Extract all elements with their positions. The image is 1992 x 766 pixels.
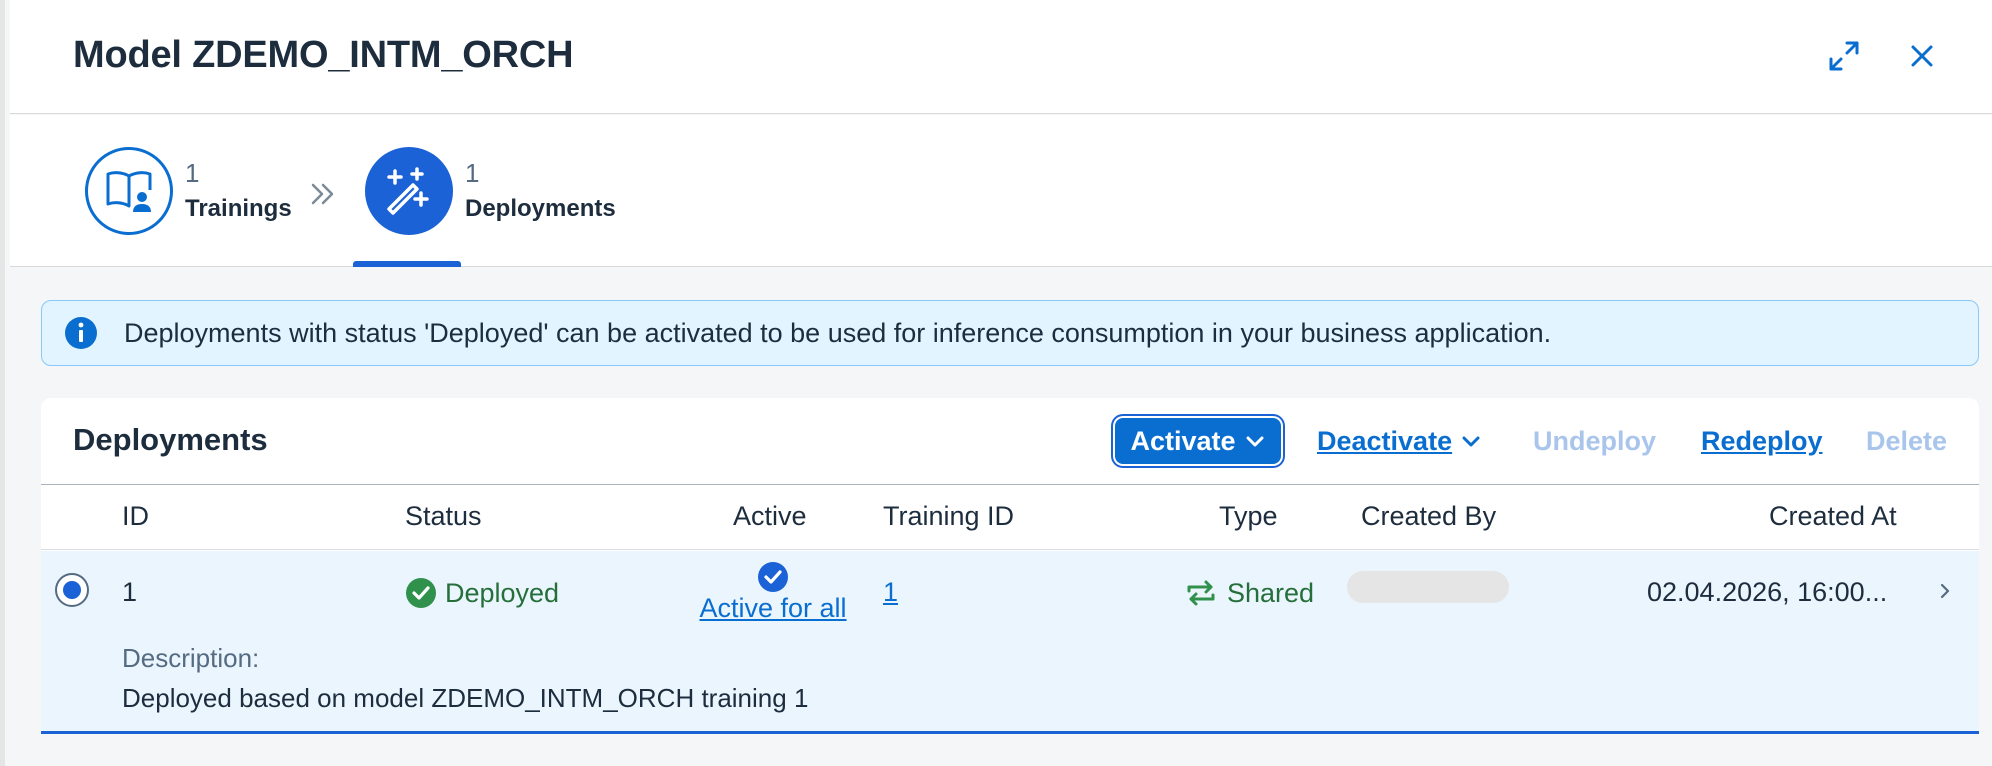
dialog-frame: Model ZDEMO_INTM_ORCH 1 Trainings 1 Depl… <box>0 0 1992 766</box>
trainings-label: Trainings <box>185 195 292 222</box>
undeploy-label: Undeploy <box>1533 425 1657 456</box>
cell-id: 1 <box>122 577 138 607</box>
undeploy-button[interactable]: Undeploy <box>1533 418 1656 464</box>
deactivate-label: Deactivate <box>1317 425 1453 456</box>
activate-label: Activate <box>1130 425 1236 456</box>
row-select-radio[interactable] <box>55 573 89 607</box>
column-header-type[interactable]: Type <box>1219 501 1278 532</box>
type-text: Shared <box>1227 577 1315 608</box>
cell-training-id: 1 <box>883 577 898 608</box>
redeploy-label: Redeploy <box>1701 425 1823 456</box>
trainings-count: 1 <box>185 158 200 188</box>
cell-active: Active for all <box>693 561 853 624</box>
fullscreen-icon <box>1829 41 1859 71</box>
deployments-table-panel: Deployments Activate Deactivate Undeploy… <box>41 398 1979 734</box>
column-header-training-id[interactable]: Training ID <box>883 501 1014 532</box>
tab-deployments[interactable]: 1 Deployments <box>365 147 616 235</box>
table-header: ID Status Active Training ID Type Create… <box>41 484 1979 550</box>
info-text: Deployments with status 'Deployed' can b… <box>124 317 1552 348</box>
active-check-icon <box>758 562 788 592</box>
delete-button[interactable]: Delete <box>1866 418 1947 464</box>
selected-tab-indicator <box>353 261 461 267</box>
cell-status: Deployed <box>405 577 559 609</box>
table-title: Deployments <box>73 422 268 457</box>
column-header-id[interactable]: ID <box>122 501 149 532</box>
chevron-down-icon <box>1246 436 1264 447</box>
page-title: Model ZDEMO_INTM_ORCH <box>73 34 574 76</box>
tab-trainings[interactable]: 1 Trainings <box>85 147 292 235</box>
info-message-strip: Deployments with status 'Deployed' can b… <box>41 300 1979 366</box>
step-icon-trainings <box>85 147 173 235</box>
deployments-count: 1 <box>465 158 480 188</box>
process-flow-tabs: 1 Trainings 1 Deployments <box>10 115 1992 267</box>
activate-button[interactable]: Activate <box>1115 418 1281 464</box>
deployments-label: Deployments <box>465 195 616 222</box>
table-row[interactable]: 1 Deployed Active for all 1 Shared 02.04… <box>41 551 1979 734</box>
column-header-created-by[interactable]: Created By <box>1361 501 1496 532</box>
radio-selected-dot <box>63 581 81 599</box>
training-id-link[interactable]: 1 <box>883 577 898 607</box>
success-check-icon <box>406 578 436 608</box>
column-header-created-at[interactable]: Created At <box>1769 501 1897 532</box>
active-for-all-link[interactable]: Active for all <box>699 593 846 623</box>
magic-wand-icon <box>387 167 429 215</box>
created-by-redacted <box>1347 571 1509 603</box>
book-person-icon <box>106 171 152 212</box>
delete-label: Delete <box>1866 425 1948 456</box>
chevron-right-icon[interactable] <box>1935 581 1955 601</box>
step-icon-deployments <box>365 147 453 235</box>
close-button[interactable] <box>1900 34 1944 78</box>
description-text: Deployed based on model ZDEMO_INTM_ORCH … <box>122 683 809 713</box>
chevron-down-icon <box>1462 436 1480 447</box>
redeploy-button[interactable]: Redeploy <box>1701 418 1823 464</box>
cell-created-at: 02.04.2026, 16:00... <box>1647 577 1888 607</box>
status-text: Deployed <box>445 577 560 608</box>
info-icon <box>65 317 97 349</box>
fullscreen-button[interactable] <box>1822 34 1866 78</box>
column-header-active[interactable]: Active <box>733 501 807 532</box>
double-chevron-right-icon <box>311 183 334 205</box>
cell-type: Shared <box>1183 575 1314 611</box>
description-label: Description: <box>122 643 260 673</box>
sync-arrows-icon <box>1187 580 1215 606</box>
close-icon <box>1911 45 1933 67</box>
dialog-header: Model ZDEMO_INTM_ORCH <box>10 0 1992 114</box>
deactivate-button[interactable]: Deactivate <box>1317 418 1482 464</box>
column-header-status[interactable]: Status <box>405 501 482 532</box>
